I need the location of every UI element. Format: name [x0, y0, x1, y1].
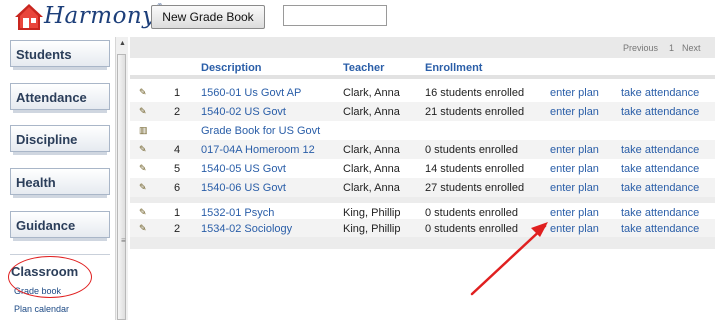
course-link[interactable]: 1534-02 Sociology [201, 223, 292, 235]
take-attendance-link[interactable]: take attendance [621, 106, 699, 118]
enter-plan-link[interactable]: enter plan [550, 207, 599, 219]
column-header-teacher[interactable]: Teacher [343, 62, 384, 74]
house-logo-icon [15, 4, 43, 30]
teacher-name: Clark, Anna [343, 163, 400, 175]
new-grade-book-button[interactable]: New Grade Book [151, 5, 265, 29]
enter-plan-link[interactable]: enter plan [550, 163, 599, 175]
previous-link[interactable]: Previous [623, 43, 658, 53]
edit-icon[interactable]: ✎ [139, 207, 147, 218]
course-link[interactable]: 1540-06 US Govt [201, 182, 286, 194]
sidebar-item-guidance[interactable]: Guidance [10, 211, 110, 241]
scroll-up-arrow-icon[interactable]: ▲ [119, 40, 126, 47]
sidebar-item-attendance[interactable]: Attendance [10, 83, 110, 113]
enter-plan-link[interactable]: enter plan [550, 106, 599, 118]
enrollment-count: 14 students enrolled [425, 163, 525, 175]
enter-plan-link[interactable]: enter plan [550, 182, 599, 194]
gradebook-link[interactable]: Grade Book for US Govt [201, 125, 320, 137]
edit-icon[interactable]: ✎ [139, 163, 147, 174]
table-row: ✎ 6 1540-06 US Govt Clark, Anna 27 stude… [130, 178, 715, 197]
teacher-name: King, Phillip [343, 207, 401, 219]
take-attendance-link[interactable]: take attendance [621, 163, 699, 175]
grip-icon: ≡ [121, 236, 126, 245]
take-attendance-link[interactable]: take attendance [621, 144, 699, 156]
edit-icon[interactable]: ✎ [139, 87, 147, 98]
plan-calendar-link[interactable]: Plan calendar [14, 304, 69, 314]
table-row: ✎ 1 1560-01 Us Govt AP Clark, Anna 16 st… [130, 83, 715, 102]
next-link[interactable]: Next [682, 43, 701, 53]
column-header-enrollment[interactable]: Enrollment [425, 62, 482, 74]
sidebar-scrollbar[interactable]: ▲ ≡ [115, 37, 128, 320]
enrollment-count: 0 students enrolled [425, 223, 518, 235]
row-number: 2 [174, 223, 181, 235]
brand-name: Harmony® [44, 3, 163, 29]
course-link[interactable]: 1540-02 US Govt [201, 106, 286, 118]
teacher-name: Clark, Anna [343, 106, 400, 118]
teacher-name: Clark, Anna [343, 87, 400, 99]
teacher-name: Clark, Anna [343, 182, 400, 194]
table-row: ▥ Grade Book for US Govt [130, 121, 715, 140]
table-row: ✎ 4 017-04A Homeroom 12 Clark, Anna 0 st… [130, 140, 715, 159]
enrollment-count: 0 students enrolled [425, 207, 518, 219]
header-divider [130, 75, 715, 79]
enter-plan-link[interactable]: enter plan [550, 144, 599, 156]
table-row: ✎ 2 1534-02 Sociology King, Phillip 0 st… [130, 219, 715, 238]
row-number: 1 [174, 87, 181, 99]
sidebar-item-discipline[interactable]: Discipline [10, 125, 110, 155]
course-link[interactable]: 1532-01 Psych [201, 207, 274, 219]
teacher-name: Clark, Anna [343, 144, 400, 156]
book-icon[interactable]: ▥ [139, 125, 148, 136]
pager-bar: Previous 1 Next [130, 37, 715, 58]
edit-icon[interactable]: ✎ [139, 182, 147, 193]
column-header-description[interactable]: Description [201, 62, 262, 74]
take-attendance-link[interactable]: take attendance [621, 207, 699, 219]
course-link[interactable]: 017-04A Homeroom 12 [201, 144, 315, 156]
annotation-circle [8, 256, 92, 298]
course-link[interactable]: 1540-05 US Govt [201, 163, 286, 175]
row-number: 6 [174, 182, 181, 194]
teacher-name: King, Phillip [343, 223, 401, 235]
row-number: 4 [174, 144, 181, 156]
sidebar: Students Attendance Discipline Health Gu… [0, 37, 115, 320]
row-number: 1 [174, 207, 181, 219]
search-input[interactable] [283, 5, 387, 26]
take-attendance-link[interactable]: take attendance [621, 87, 699, 99]
harmony-logo: Harmony® [14, 2, 163, 34]
divider [10, 254, 110, 255]
sidebar-item-health[interactable]: Health [10, 168, 110, 198]
edit-icon[interactable]: ✎ [139, 106, 147, 117]
enter-plan-link[interactable]: enter plan [550, 223, 599, 235]
enrollment-count: 27 students enrolled [425, 182, 525, 194]
table-footer-bar [130, 237, 715, 249]
enrollment-count: 16 students enrolled [425, 87, 525, 99]
row-number: 2 [174, 106, 181, 118]
enrollment-count: 0 students enrolled [425, 144, 518, 156]
sidebar-item-students[interactable]: Students [10, 40, 110, 70]
edit-icon[interactable]: ✎ [139, 223, 147, 234]
row-number: 5 [174, 163, 181, 175]
edit-icon[interactable]: ✎ [139, 144, 147, 155]
table-row: ✎ 2 1540-02 US Govt Clark, Anna 21 stude… [130, 102, 715, 121]
page-number[interactable]: 1 [669, 43, 674, 53]
take-attendance-link[interactable]: take attendance [621, 223, 699, 235]
enrollment-count: 21 students enrolled [425, 106, 525, 118]
enter-plan-link[interactable]: enter plan [550, 87, 599, 99]
scrollbar-thumb[interactable]: ≡ [117, 54, 126, 320]
table-row: ✎ 5 1540-05 US Govt Clark, Anna 14 stude… [130, 159, 715, 178]
take-attendance-link[interactable]: take attendance [621, 182, 699, 194]
course-link[interactable]: 1560-01 Us Govt AP [201, 87, 301, 99]
